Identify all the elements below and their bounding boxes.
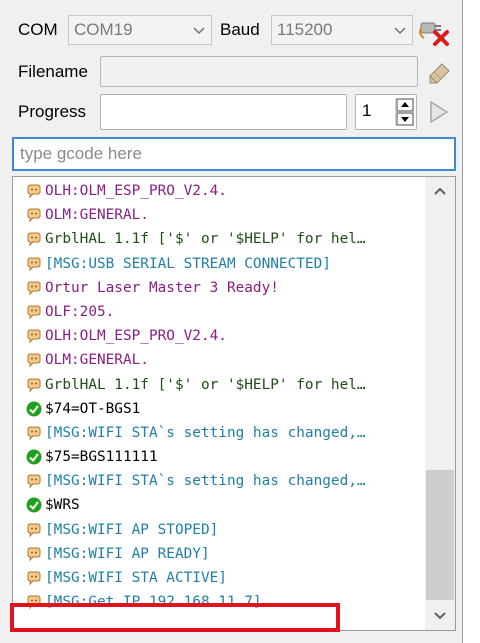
com-port-value: COM19 (74, 20, 133, 39)
console-line-text: $WRS (45, 497, 80, 514)
console-line-text: OLM:GENERAL. (45, 207, 149, 224)
com-label: COM (18, 20, 58, 39)
console-line: [MSG:WIFI AP READY] (13, 542, 425, 566)
filename-value (101, 57, 417, 67)
console-line-text: [MSG:WIFI STA`s setting has changed,… (45, 473, 366, 490)
message-icon (27, 329, 41, 344)
console-line-text: [MSG:Get IP 192.168.11.7] (45, 594, 262, 611)
progress-label: Progress (18, 102, 87, 121)
message-icon (27, 547, 41, 562)
console-line: Ortur Laser Master 3 Ready! (13, 276, 425, 300)
console-line: $75=BGS111111 (13, 445, 425, 469)
disconnect-button[interactable] (418, 14, 452, 46)
console-line: OLH:OLM_ESP_PRO_V2.4. (13, 324, 425, 348)
console-line-text: [MSG:WIFI AP STOPED] (45, 521, 219, 538)
console-line: OLF:205. (13, 300, 425, 324)
console-line: [MSG:USB SERIAL STREAM CONNECTED] (13, 252, 425, 276)
console-line: [MSG:WIFI STA`s setting has changed,… (13, 469, 425, 493)
console-line-text: [MSG:WIFI AP READY] (45, 545, 210, 562)
scroll-down-button[interactable] (425, 604, 455, 628)
chevron-down-icon (434, 612, 446, 620)
message-icon (27, 571, 41, 586)
progress-bar (100, 94, 347, 130)
splitter-edge (462, 0, 480, 643)
message-icon (27, 378, 41, 392)
send-file-button[interactable] (426, 97, 452, 127)
console-line-text: OLM:GENERAL. (45, 352, 149, 369)
play-icon (430, 100, 449, 124)
console-line: [MSG:Get IP 192.168.11.7] (13, 590, 425, 614)
console-line-text: OLF:205. (45, 303, 115, 320)
console-line-text: [MSG:WIFI STA`s setting has changed,… (45, 424, 366, 441)
repeat-count-stepper[interactable]: 1 (355, 94, 417, 130)
message-icon (27, 232, 41, 247)
filename-field[interactable] (100, 56, 418, 87)
message-icon (27, 305, 41, 320)
console-line: GrblHAL 1.1f ['$' or '$HELP' for hel… (13, 373, 425, 397)
console-line-text: $75=BGS111111 (45, 449, 158, 466)
console-log[interactable]: OLH:OLM_ESP_PRO_V2.4. OLM:GENERAL. GrblHAL… (12, 176, 456, 631)
console-line: OLM:GENERAL. (13, 348, 425, 372)
repeat-count-value: 1 (362, 101, 372, 120)
console-line: [MSG:WIFI STA ACTIVE] (13, 566, 425, 590)
console-lines: OLH:OLM_ESP_PRO_V2.4. OLM:GENERAL. GrblHAL… (13, 179, 425, 614)
console-line: [MSG:WIFI STA`s setting has changed,… (13, 421, 425, 445)
message-icon (27, 184, 41, 199)
com-port-select[interactable]: COM19 (68, 15, 212, 45)
message-icon (27, 523, 41, 538)
console-line: $WRS (13, 493, 425, 517)
filename-label: Filename (18, 62, 88, 81)
console-line-text: $74=OT-BGS1 (45, 400, 141, 417)
message-icon (27, 426, 41, 441)
check-icon (26, 497, 42, 513)
message-icon (27, 474, 41, 489)
baud-label: Baud (220, 20, 260, 39)
message-icon (27, 257, 41, 272)
console-line-text: GrblHAL 1.1f ['$' or '$HELP' for hel… (45, 231, 366, 248)
scroll-thumb[interactable] (426, 470, 454, 600)
open-file-button[interactable] (424, 56, 454, 86)
console-scrollbar[interactable] (425, 177, 455, 630)
message-icon (27, 595, 41, 610)
check-icon (26, 401, 42, 417)
gcode-command-input[interactable] (12, 137, 456, 171)
console-line-text: [MSG:USB SERIAL STREAM CONNECTED] (45, 255, 331, 272)
console-line-text: OLH:OLM_ESP_PRO_V2.4. (45, 183, 227, 199)
console-line-text: [MSG:WIFI STA ACTIVE] (45, 570, 227, 586)
laser-console-panel: COM COM19 Baud 115200 Filename Progress … (0, 0, 480, 643)
console-line-text: Ortur Laser Master 3 Ready! (45, 279, 279, 296)
console-line: $74=OT-BGS1 (13, 397, 425, 421)
console-line: [MSG:WIFI AP STOPED] (13, 518, 425, 542)
message-icon (27, 353, 41, 368)
arrow-up-icon[interactable] (396, 98, 414, 112)
console-line-text: OLH:OLM_ESP_PRO_V2.4. (45, 328, 227, 345)
console-line-text: GrblHAL 1.1f ['$' or '$HELP' for hel… (45, 376, 366, 393)
console-line: OLM:GENERAL. (13, 203, 425, 227)
chevron-down-icon (193, 27, 205, 35)
console-line: OLH:OLM_ESP_PRO_V2.4. (13, 179, 425, 203)
baud-rate-select[interactable]: 115200 (271, 15, 413, 45)
eraser-icon (429, 63, 450, 84)
message-icon (27, 281, 41, 296)
chevron-down-icon (394, 27, 406, 35)
arrow-down-icon[interactable] (396, 112, 414, 126)
console-line: GrblHAL 1.1f ['$' or '$HELP' for hel… (13, 227, 425, 251)
message-icon (27, 208, 41, 223)
plug-disconnect-icon (419, 22, 449, 46)
scroll-up-button[interactable] (425, 179, 455, 203)
chevron-up-icon (434, 187, 446, 195)
check-icon (26, 449, 42, 465)
baud-rate-value: 115200 (277, 20, 333, 39)
